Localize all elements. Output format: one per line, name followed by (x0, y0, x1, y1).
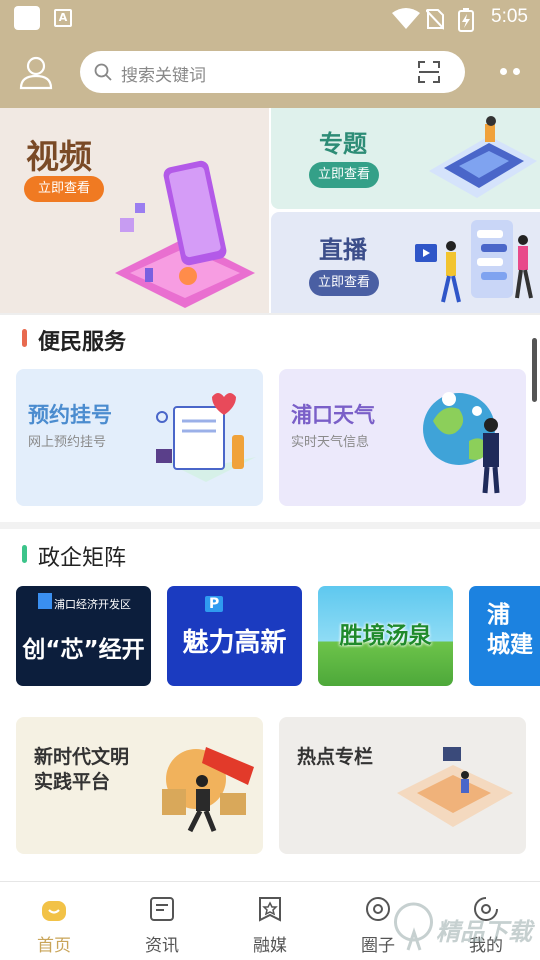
search-input[interactable]: 搜索关键词 (121, 61, 206, 86)
watermark-text: 精品下载 (436, 918, 532, 946)
no-sim-icon (426, 9, 444, 30)
user-icon[interactable] (18, 54, 54, 90)
home-icon (42, 901, 66, 921)
matrix-heading: 政企矩阵 (38, 546, 127, 571)
status-bar: A 5:05 (0, 0, 540, 36)
hightech-logo-icon: P (205, 596, 224, 612)
appointment-subtitle: 网上预约挂号 (28, 435, 107, 450)
notification-a-icon: A (54, 9, 72, 27)
top-header: A 5:05 搜索关键词 (0, 0, 540, 108)
econ-dev-logo-icon (38, 593, 52, 609)
topic-view-button[interactable]: 立即查看 (309, 162, 379, 188)
hot-column-title: 热点专栏 (297, 746, 374, 768)
hightech-title: 魅力高新 (182, 628, 287, 658)
wifi-icon (392, 8, 420, 29)
nav-home-label: 首页 (37, 936, 71, 956)
video-banner[interactable]: 视频 立即查看 (0, 108, 269, 313)
nav-news[interactable]: 资讯 (108, 882, 216, 960)
weather-title: 浦口天气 (291, 403, 375, 427)
notification-app-icon (14, 6, 40, 30)
media-icon (259, 897, 281, 922)
live-title: 直播 (319, 236, 367, 264)
appointment-card[interactable]: 预约挂号 网上预约挂号 (16, 369, 263, 506)
circle-icon (366, 897, 390, 921)
volunteer-illustration-icon (162, 747, 254, 833)
services-accent-bar (22, 329, 27, 347)
appointment-title: 预约挂号 (28, 403, 112, 427)
globe-illustration-icon (423, 392, 500, 494)
matrix-tile-econ-dev[interactable]: 浦口经济开发区 创“芯”经开 (16, 586, 151, 686)
matrix-tile-hightech[interactable]: P 魅力高新 (167, 586, 302, 686)
live-banner[interactable]: 直播 立即查看 (271, 212, 540, 313)
status-time: 5:05 (491, 6, 528, 27)
civilization-title: 新时代文明 实践平台 (34, 746, 130, 793)
section-divider-2 (0, 522, 540, 529)
topic-banner[interactable]: 专题 立即查看 (271, 108, 540, 209)
battery-charging-icon (458, 8, 474, 32)
puzzle-illustration-icon (429, 116, 537, 198)
live-view-button[interactable]: 立即查看 (309, 270, 379, 296)
search-bar[interactable]: 搜索关键词 (80, 51, 465, 93)
chat-illustration-icon (415, 220, 533, 303)
section-divider (0, 313, 540, 315)
econ-dev-badge: 浦口经济开发区 (54, 598, 131, 611)
matrix-tile-hotspring[interactable]: 胜境汤泉 (318, 586, 453, 686)
watermark-logo-icon (394, 902, 433, 951)
hotspring-title: 胜境汤泉 (339, 623, 432, 649)
matrix-tile-urban[interactable]: 浦 城建 (469, 586, 540, 686)
nav-news-label: 资讯 (145, 936, 179, 956)
matrix-accent-bar (22, 545, 27, 563)
search-icon (94, 63, 112, 81)
scan-icon[interactable] (417, 60, 441, 84)
phone-illustration-icon (115, 160, 255, 308)
hot-column-card[interactable]: 热点专栏 (279, 717, 526, 854)
video-view-button[interactable]: 立即查看 (24, 176, 104, 202)
weather-subtitle: 实时天气信息 (291, 435, 370, 450)
nav-home[interactable]: 首页 (0, 882, 108, 960)
medical-illustration-icon (156, 393, 256, 482)
civilization-platform-card[interactable]: 新时代文明 实践平台 (16, 717, 263, 854)
isometric-illustration-icon (397, 747, 513, 827)
nav-media[interactable]: 融媒 (216, 882, 324, 960)
weather-card[interactable]: 浦口天气 实时天气信息 (279, 369, 526, 506)
urban-title: 浦 城建 (487, 602, 533, 658)
watermark: 精品下载 (394, 898, 534, 958)
news-icon (150, 897, 174, 921)
scrollbar[interactable] (532, 338, 537, 402)
econ-dev-title: 创“芯”经开 (22, 637, 145, 663)
topic-title: 专题 (319, 130, 367, 158)
more-dots-icon[interactable] (500, 68, 522, 76)
app-header: 搜索关键词 (0, 44, 540, 100)
nav-media-label: 融媒 (253, 936, 287, 956)
services-heading: 便民服务 (38, 330, 127, 355)
video-title: 视频 (26, 137, 92, 176)
feature-banners: 视频 立即查看 专题 立即查看 直播 立即查看 (0, 108, 540, 313)
